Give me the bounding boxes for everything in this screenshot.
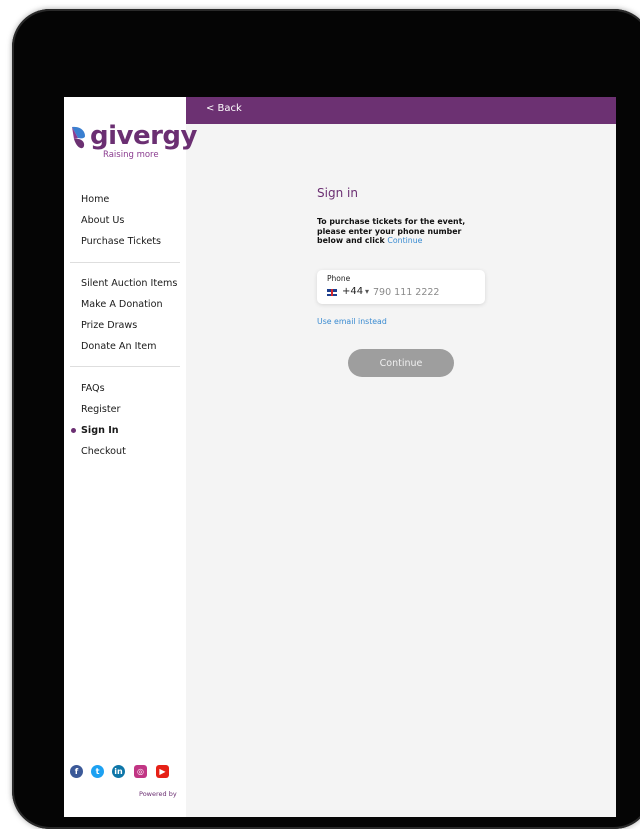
phone-field[interactable]: Phone +44 ▾ bbox=[317, 270, 485, 304]
sidebar-item-checkout[interactable]: Checkout bbox=[64, 441, 186, 462]
givergy-logo[interactable]: givergy Raising more bbox=[70, 121, 198, 165]
sidebar-item-register[interactable]: Register bbox=[64, 399, 186, 420]
app-screen: givergy Raising more Home About Us Purchas… bbox=[64, 97, 616, 817]
sidebar-item-silent-auction-items[interactable]: Silent Auction Items bbox=[64, 273, 186, 294]
sidebar-item-sign-in[interactable]: Sign In bbox=[64, 420, 186, 441]
twitter-icon[interactable]: t bbox=[91, 765, 104, 778]
butterfly-icon bbox=[72, 126, 85, 149]
sidebar-item-home[interactable]: Home bbox=[64, 189, 186, 210]
use-email-link[interactable]: Use email instead bbox=[317, 317, 387, 326]
sidebar: givergy Raising more Home About Us Purchas… bbox=[64, 97, 198, 817]
continue-inline-link[interactable]: Continue bbox=[387, 236, 422, 245]
uk-flag-icon[interactable] bbox=[327, 289, 337, 296]
nav-group-auction: Silent Auction Items Make A Donation Prize… bbox=[64, 273, 186, 357]
phone-label: Phone bbox=[327, 274, 351, 283]
nav-group-account: FAQs Register Sign In Checkout bbox=[64, 378, 186, 462]
sidebar-item-faqs[interactable]: FAQs bbox=[64, 378, 186, 399]
nav-group-main: Home About Us Purchase Tickets bbox=[64, 189, 186, 252]
country-code[interactable]: +44 bbox=[342, 286, 363, 297]
phone-input[interactable] bbox=[373, 285, 481, 299]
chevron-down-icon[interactable]: ▾ bbox=[365, 287, 369, 296]
sidebar-item-donate-an-item[interactable]: Donate An Item bbox=[64, 336, 186, 357]
sidebar-item-about-us[interactable]: About Us bbox=[64, 210, 186, 231]
youtube-icon[interactable]: ▶ bbox=[156, 765, 169, 778]
sidebar-item-prize-draws[interactable]: Prize Draws bbox=[64, 315, 186, 336]
sidebar-item-purchase-tickets[interactable]: Purchase Tickets bbox=[64, 231, 186, 252]
page-title: Sign in bbox=[317, 186, 358, 200]
logo-tagline: Raising more bbox=[103, 150, 159, 160]
nav-divider bbox=[70, 262, 180, 263]
logo-wordmark: givergy bbox=[90, 121, 198, 151]
back-button[interactable]: < Back bbox=[206, 103, 242, 114]
continue-button[interactable]: Continue bbox=[348, 349, 454, 377]
powered-by-label: Powered by bbox=[139, 790, 177, 798]
linkedin-icon[interactable]: in bbox=[112, 765, 125, 778]
facebook-icon[interactable]: f bbox=[70, 765, 83, 778]
top-bar: < Back bbox=[186, 97, 616, 124]
signin-instruction: To purchase tickets for the event, pleas… bbox=[317, 217, 489, 246]
signin-panel: Sign in To purchase tickets for the even… bbox=[186, 124, 616, 817]
sidebar-item-make-a-donation[interactable]: Make A Donation bbox=[64, 294, 186, 315]
instagram-icon[interactable]: ◎ bbox=[134, 765, 147, 778]
tablet-frame: givergy Raising more Home About Us Purchas… bbox=[12, 9, 640, 829]
nav-divider bbox=[70, 366, 180, 367]
